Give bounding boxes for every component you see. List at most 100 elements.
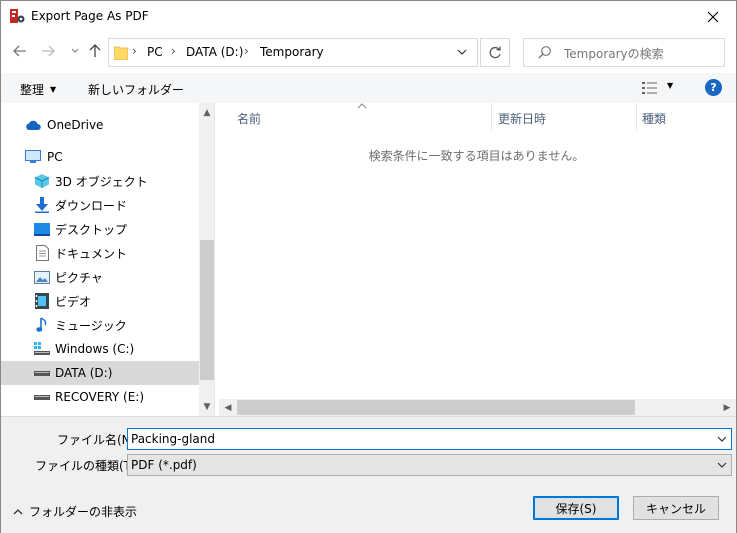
close-icon	[707, 11, 719, 22]
file-list: 名前 更新日時 種類 検索条件に一致する項目はありません。 ◀ ▶	[217, 103, 736, 416]
recent-locations-button[interactable]	[65, 41, 85, 61]
nav-item-label: Windows (C:)	[55, 342, 135, 356]
column-header-label: 種類	[642, 112, 667, 126]
drive-icon	[34, 389, 50, 405]
drive-icon	[34, 365, 50, 381]
computer-icon	[25, 149, 41, 165]
close-button[interactable]	[690, 1, 736, 32]
column-header-type[interactable]: 種類	[637, 103, 736, 131]
toolbar: 整理 ▼ 新しいフォルダー ▼ ?	[1, 73, 736, 103]
document-icon	[34, 245, 50, 261]
breadcrumb-temporary[interactable]: Temporary	[260, 45, 324, 59]
save-button[interactable]: 保存(S)	[533, 496, 619, 520]
music-icon	[34, 317, 50, 333]
back-arrow-icon	[13, 45, 26, 57]
column-header-label: 名前	[237, 112, 262, 126]
cloud-icon	[25, 117, 41, 133]
organize-button[interactable]: 整理 ▼	[20, 81, 56, 98]
navigation-pane: OneDrive PC 3D オブジェクト ダウンロード デスクトップ ドキュメ…	[1, 103, 215, 416]
breadcrumb-separator-icon: ›	[244, 44, 249, 58]
nav-item-label: ドキュメント	[55, 246, 128, 261]
scroll-up-icon[interactable]: ▲	[199, 105, 214, 121]
nav-item-label: ダウンロード	[55, 198, 128, 213]
chevron-down-icon	[71, 48, 79, 53]
window-title: Export Page As PDF	[31, 9, 149, 23]
forward-arrow-icon	[42, 45, 55, 57]
nav-item-pictures[interactable]: ピクチャ	[1, 265, 199, 289]
nav-item-music[interactable]: ミュージック	[1, 313, 199, 337]
chevron-down-icon[interactable]	[717, 432, 727, 446]
breadcrumb-separator-icon: ›	[132, 44, 137, 58]
empty-message: 検索条件に一致する項目はありません。	[368, 149, 585, 163]
forward-button[interactable]	[38, 41, 58, 61]
organize-label: 整理	[20, 83, 45, 97]
refresh-button[interactable]	[480, 38, 510, 67]
save-options-panel: ファイル名(N): ファイルの種類(T): PDF (*.pdf) フォルダーの…	[1, 416, 736, 533]
view-options-dropdown-icon[interactable]: ▼	[667, 81, 673, 90]
up-arrow-icon	[89, 44, 101, 57]
scroll-right-icon[interactable]: ▶	[719, 400, 735, 415]
app-icon	[10, 9, 25, 23]
nav-item-label: デスクトップ	[55, 222, 128, 237]
nav-item-onedrive[interactable]: OneDrive	[1, 113, 199, 137]
caret-down-icon: ▼	[50, 85, 57, 94]
filetype-value: PDF (*.pdf)	[131, 458, 197, 472]
scrollbar-thumb[interactable]	[237, 400, 635, 415]
chevron-down-icon	[717, 462, 727, 468]
nav-item-downloads[interactable]: ダウンロード	[1, 193, 199, 217]
export-pdf-dialog: Export Page As PDF › PC › DATA (D:) › Te…	[0, 0, 737, 533]
help-button[interactable]: ?	[705, 79, 722, 96]
nav-item-3d-objects[interactable]: 3D オブジェクト	[1, 169, 199, 193]
filetype-select[interactable]: PDF (*.pdf)	[127, 454, 732, 476]
scroll-left-icon[interactable]: ◀	[220, 400, 236, 415]
filename-input[interactable]	[131, 431, 701, 447]
refresh-icon	[489, 46, 501, 58]
nav-item-windows-drive[interactable]: Windows (C:)	[1, 337, 199, 361]
scroll-down-icon[interactable]: ▼	[199, 399, 214, 415]
nav-item-desktop[interactable]: デスクトップ	[1, 217, 199, 241]
back-button[interactable]	[10, 41, 30, 61]
breadcrumb-pc[interactable]: PC	[147, 45, 163, 59]
search-icon	[538, 46, 551, 59]
cube-icon	[34, 173, 50, 189]
breadcrumb-data-drive[interactable]: DATA (D:)	[186, 45, 243, 59]
hide-folders-label: フォルダーの非表示	[29, 505, 138, 519]
breadcrumb-separator-icon: ›	[171, 44, 176, 58]
chevron-down-icon[interactable]	[457, 46, 467, 58]
chevron-up-icon	[13, 508, 23, 514]
nav-item-label: OneDrive	[47, 118, 104, 132]
view-details-icon[interactable]	[642, 81, 658, 95]
nav-item-pc[interactable]: PC	[1, 145, 199, 169]
column-header-modified[interactable]: 更新日時	[492, 103, 636, 131]
nav-item-label: ミュージック	[55, 318, 127, 333]
title-bar: Export Page As PDF	[1, 1, 736, 32]
folder-icon	[114, 46, 128, 60]
hide-folders-toggle[interactable]: フォルダーの非表示	[13, 503, 137, 520]
search-placeholder: Temporaryの検索	[564, 47, 664, 61]
nav-item-documents[interactable]: ドキュメント	[1, 241, 199, 265]
address-row: › PC › DATA (D:) › Temporary Temporaryの検…	[1, 34, 736, 70]
column-header-name[interactable]: 名前	[217, 103, 491, 131]
new-folder-button[interactable]: 新しいフォルダー	[88, 81, 184, 98]
file-list-scrollbar[interactable]: ◀ ▶	[219, 399, 736, 416]
address-bar[interactable]: › PC › DATA (D:) › Temporary	[108, 38, 478, 67]
download-icon	[34, 197, 50, 213]
desktop-icon	[34, 221, 50, 237]
nav-item-label: 3D オブジェクト	[55, 174, 148, 189]
scrollbar-thumb[interactable]	[200, 240, 214, 380]
nav-item-label: RECOVERY (E:)	[55, 390, 145, 404]
video-icon	[34, 293, 50, 309]
nav-item-label: PC	[47, 150, 63, 164]
filename-field[interactable]	[127, 428, 732, 450]
nav-item-videos[interactable]: ビデオ	[1, 289, 199, 313]
cancel-button[interactable]: キャンセル	[633, 496, 719, 520]
navigation-scrollbar[interactable]: ▲ ▼	[199, 103, 214, 416]
search-box[interactable]: Temporaryの検索	[523, 38, 725, 67]
nav-item-label: ビデオ	[55, 294, 92, 309]
nav-item-label: ピクチャ	[55, 270, 103, 285]
nav-item-label: DATA (D:)	[55, 366, 113, 380]
picture-icon	[34, 269, 50, 285]
nav-item-data-drive[interactable]: DATA (D:)	[1, 361, 199, 385]
up-button[interactable]	[85, 41, 105, 61]
nav-item-recovery-drive[interactable]: RECOVERY (E:)	[1, 385, 199, 409]
